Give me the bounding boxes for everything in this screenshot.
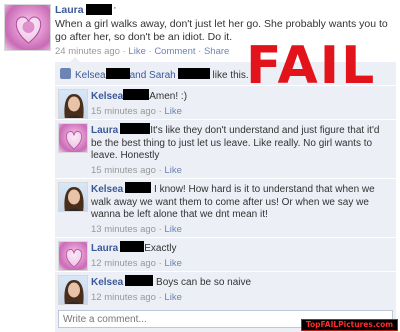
comment-like-link[interactable]: Like [164,258,181,269]
girl-photo-icon [64,187,84,211]
separator: · [158,291,162,303]
commenter-name[interactable]: Kelsea [91,91,123,102]
redacted-surname [86,4,112,15]
comment-meta: 15 minutes ago · Like [91,165,391,178]
comment-meta: 12 minutes ago · Like [91,258,391,271]
comment-text: Boys can be so naive [156,277,252,288]
commenter-name[interactable]: Laura [91,243,118,254]
commenter-name[interactable]: Laura [91,125,118,136]
liker-name-2[interactable]: and Sarah [130,70,176,81]
comment-time[interactable]: 12 minutes ago [91,258,156,269]
comment-meta: 13 minutes ago · Like [91,224,391,237]
comment-item: Kelsea I know! How hard is it to underst… [55,178,396,235]
separator: · [158,257,162,269]
thumbs-up-icon [60,68,71,79]
girl-photo-icon [64,280,84,304]
redacted-surname [123,89,150,100]
comment-text: Amen! :) [149,91,188,102]
separator: · [148,46,152,57]
commenter-name[interactable]: Kelsea [91,277,123,288]
separator: · [122,46,126,57]
likes-suffix: like this. [212,70,249,81]
comment-meta: 15 minutes ago · Like [91,106,391,119]
commenter-avatar[interactable] [58,275,88,305]
comment-meta: 12 minutes ago · Like [91,292,391,305]
post-time[interactable]: 24 minutes ago [55,46,120,57]
redacted-surname [105,68,130,79]
girl-photo-icon [64,94,84,118]
comment-body: Laura It's like they don't understand and… [91,123,391,177]
commenter-avatar[interactable] [58,89,88,119]
comment-item: Laura It's like they don't understand and… [55,119,396,176]
comment-item: Kelsea Boys can be so naive 12 minutes a… [55,271,396,305]
comment-like-link[interactable]: Like [164,292,181,303]
commenter-avatar[interactable] [58,123,88,153]
comment-time[interactable]: 13 minutes ago [91,224,156,235]
comment-like-link[interactable]: Like [164,106,181,117]
separator: · [198,46,202,57]
comment-time[interactable]: 12 minutes ago [91,292,156,303]
comment-body: Laura Exactly 12 minutes ago · Like [91,241,391,270]
comment-time[interactable]: 15 minutes ago [91,165,156,176]
separator: · [158,105,162,117]
comment-body: Kelsea Boys can be so naive 12 minutes a… [91,275,391,304]
redacted-surname [120,123,151,134]
post-author-avatar[interactable] [4,4,51,51]
comment-item: Laura Exactly 12 minutes ago · Like [55,237,396,271]
commenter-avatar[interactable] [58,182,88,212]
likes-text: Kelsea and Sarah like this. [75,68,249,81]
heart-picture-icon [15,16,42,44]
post-dot: · [113,2,117,14]
redacted-surname [125,182,152,193]
separator: · [158,164,162,176]
comment-like-link[interactable]: Like [164,165,181,176]
redacted-surname [125,275,154,286]
redacted-surname [177,68,210,79]
comment-like-link[interactable]: Like [164,224,181,235]
post-author-name[interactable]: Laura [55,4,84,16]
redacted-surname [120,241,145,252]
liker-name-1[interactable]: Kelsea [75,70,106,81]
comment-time[interactable]: 15 minutes ago [91,106,156,117]
fail-stamp: FAIL [246,36,377,96]
post-like-link[interactable]: Like [128,46,145,57]
comment-body: Kelsea I know! How hard is it to underst… [91,182,391,236]
comment-text: Exactly [144,243,177,254]
post-share-link[interactable]: Share [204,46,229,57]
post-meta: 24 minutes ago · Like · Comment · Share [55,46,229,57]
watermark: TopFAILPictures.com [301,319,398,331]
separator: · [158,223,162,235]
commenter-name[interactable]: Kelsea [91,184,123,195]
heart-picture-icon [65,131,83,150]
heart-picture-icon [65,249,83,268]
commenter-avatar[interactable] [58,241,88,271]
post-comment-link[interactable]: Comment [154,46,195,57]
